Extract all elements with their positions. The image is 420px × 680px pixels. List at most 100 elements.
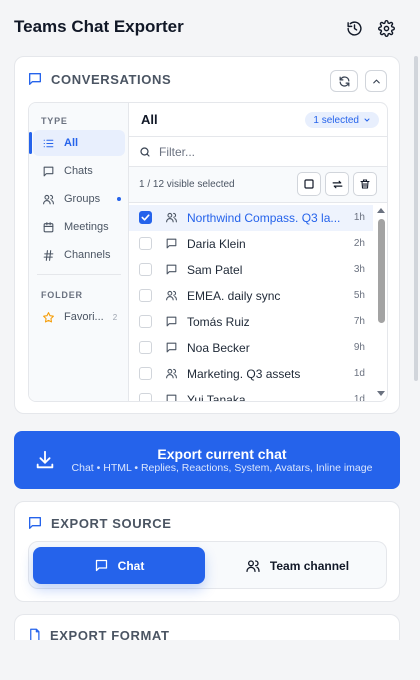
chat-icon <box>42 165 55 178</box>
refresh-icon <box>339 75 349 87</box>
scroll-up-arrow-icon[interactable] <box>377 208 385 213</box>
sidebar-item-favorites[interactable]: Favori... 2 <box>33 304 125 330</box>
chat-icon <box>165 237 178 250</box>
conversation-row[interactable]: EMEA. daily sync 5h <box>129 283 373 309</box>
selected-count-label: 1 selected <box>313 114 359 126</box>
chevron-up-icon <box>372 79 380 83</box>
row-checkbox[interactable] <box>139 211 152 224</box>
sidebar-item-channels[interactable]: Channels <box>33 242 125 268</box>
export-button-title: Export current chat <box>157 446 287 462</box>
group-icon <box>42 193 55 206</box>
visible-selected-count: 1 / 12 visible selected <box>139 179 235 190</box>
conversation-row[interactable]: Tomás Ruiz 7h <box>129 309 373 335</box>
conversations-title: CONVERSATIONS <box>51 71 172 87</box>
sidebar-item-label: Channels <box>64 249 111 261</box>
conversation-row[interactable]: Noa Becker 9h <box>129 335 373 361</box>
list-scrollbar[interactable] <box>373 203 387 401</box>
file-code-icon <box>27 628 42 640</box>
sidebar-item-label: Favori... <box>64 311 104 323</box>
chevron-down-icon <box>364 118 370 122</box>
app-title: Teams Chat Exporter <box>14 17 184 36</box>
chat-icon <box>165 393 178 401</box>
row-checkbox[interactable] <box>139 393 152 401</box>
conversation-time: 5h <box>353 290 365 301</box>
calendar-icon <box>42 221 55 234</box>
chat-icon <box>95 559 107 572</box>
conversation-row[interactable]: Yui Tanaka 1d <box>129 387 373 402</box>
group-icon <box>165 211 178 224</box>
conversation-name: Daria Klein <box>187 237 246 251</box>
sidebar-item-label: Groups <box>64 193 101 205</box>
conversation-row[interactable]: Sam Patel 3h <box>129 257 373 283</box>
conversation-row[interactable]: Northwind Compass. Q3 la... 1h <box>129 205 373 231</box>
source-team-channel-option[interactable]: Team channel <box>211 547 383 584</box>
sidebar-item-label: Meetings <box>64 221 109 233</box>
scrollbar-thumb[interactable] <box>378 219 385 323</box>
conversation-name: Tomás Ruiz <box>187 315 250 329</box>
conversation-name: Noa Becker <box>187 341 250 355</box>
clear-selection-button[interactable] <box>353 172 377 196</box>
conversation-list-panel: All 1 selected 1 / 12 visible selected <box>129 103 387 402</box>
row-checkbox[interactable] <box>139 263 152 276</box>
top-bar: Teams Chat Exporter <box>0 0 420 56</box>
conversation-rows: Northwind Compass. Q3 la... 1h Daria Kle… <box>129 203 373 402</box>
refresh-button[interactable] <box>330 70 358 92</box>
row-checkbox[interactable] <box>139 315 152 328</box>
source-chat-option[interactable]: Chat <box>33 547 205 584</box>
sidebar-item-all[interactable]: All <box>29 130 125 156</box>
sidebar-item-label: All <box>64 137 79 149</box>
list-title: All <box>141 112 158 127</box>
export-source-toggle: Chat Team channel <box>28 541 387 589</box>
row-checkbox[interactable] <box>139 289 152 302</box>
hash-icon <box>42 249 55 262</box>
row-checkbox[interactable] <box>139 341 152 354</box>
page-scrollbar[interactable] <box>414 56 418 381</box>
conversation-name: Sam Patel <box>187 263 243 277</box>
collapse-button[interactable] <box>365 70 387 92</box>
export-format-title: EXPORT FORMAT <box>50 628 170 640</box>
chat-icon <box>165 341 178 354</box>
conversation-time: 3h <box>353 264 365 275</box>
settings-gear-icon[interactable] <box>376 18 396 38</box>
conversation-browser: TYPE All Chats Groups Meetings Channels <box>28 102 388 402</box>
export-button-subtitle: Chat • HTML • Replies, Reactions, System… <box>71 462 373 474</box>
chat-icon <box>165 315 178 328</box>
conversation-name: Northwind Compass. Q3 la... <box>187 211 341 225</box>
export-format-card: EXPORT FORMAT <box>14 614 400 640</box>
list-header: All 1 selected <box>129 103 387 137</box>
sidebar-item-chats[interactable]: Chats <box>33 158 125 184</box>
export-source-card: EXPORT SOURCE Chat Team channel <box>14 501 400 602</box>
selected-count-dropdown[interactable]: 1 selected <box>305 112 379 128</box>
conversation-time: 9h <box>353 342 365 353</box>
conversation-row[interactable]: Marketing. Q3 assets 1d <box>129 361 373 387</box>
sidebar-item-groups[interactable]: Groups <box>33 186 125 212</box>
history-icon[interactable] <box>344 18 364 38</box>
export-current-chat-button[interactable]: Export current chat Chat • HTML • Replie… <box>14 431 400 489</box>
conversation-name: EMEA. daily sync <box>187 289 281 303</box>
conversation-row[interactable]: Daria Klein 2h <box>129 231 373 257</box>
sidebar-divider <box>37 274 121 275</box>
favorites-count: 2 <box>112 312 118 322</box>
conversation-name: Marketing. Q3 assets <box>187 367 301 381</box>
group-icon <box>246 559 260 572</box>
checkbox-square-icon <box>304 179 314 189</box>
invert-selection-button[interactable] <box>325 172 349 196</box>
conversation-time: 7h <box>353 316 365 327</box>
conversation-time: 1d <box>353 394 365 402</box>
conversation-time: 1h <box>353 212 365 223</box>
select-all-button[interactable] <box>297 172 321 196</box>
swap-icon <box>332 180 342 188</box>
conversations-card: CONVERSATIONS TYPE All Chats Groups Meet… <box>14 56 400 414</box>
folder-section-label: FOLDER <box>41 290 83 300</box>
sidebar-item-meetings[interactable]: Meetings <box>33 214 125 240</box>
sidebar-item-label: Chats <box>64 165 93 177</box>
unread-dot <box>117 197 121 201</box>
filter-input[interactable] <box>159 144 359 159</box>
row-checkbox[interactable] <box>139 367 152 380</box>
selection-toolbar: 1 / 12 visible selected <box>129 167 387 203</box>
chat-bubble-icon <box>27 515 43 531</box>
source-chat-label: Chat <box>117 558 145 573</box>
chat-icon <box>165 263 178 276</box>
scroll-down-arrow-icon[interactable] <box>377 391 385 396</box>
row-checkbox[interactable] <box>139 237 152 250</box>
